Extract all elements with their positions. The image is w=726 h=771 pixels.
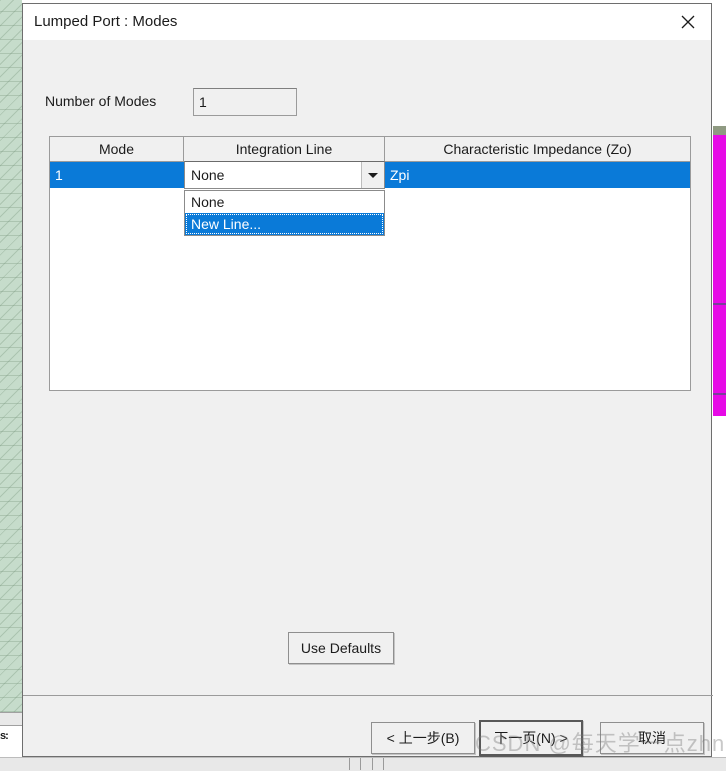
integration-line-dropdown-list[interactable]: None New Line... bbox=[184, 190, 385, 236]
footer-separator bbox=[23, 695, 713, 696]
background-bottom-tick bbox=[372, 758, 373, 770]
number-of-modes-label: Number of Modes bbox=[45, 93, 197, 109]
background-magenta-cap bbox=[713, 126, 726, 135]
integration-line-value: None bbox=[185, 167, 361, 183]
number-of-modes-input[interactable] bbox=[193, 88, 297, 116]
table-header-characteristic-impedance[interactable]: Characteristic Impedance (Zo) bbox=[385, 137, 690, 161]
modes-table-body: 1 None None New Line... Zpi bbox=[50, 162, 690, 188]
close-icon[interactable] bbox=[665, 4, 711, 40]
background-bottom-tick bbox=[360, 758, 361, 770]
background-left-text-fragment: s: bbox=[0, 730, 22, 750]
number-of-modes-row: Number of Modes bbox=[23, 88, 711, 116]
background-bottom-tick bbox=[383, 758, 384, 770]
background-bottom-bar bbox=[0, 757, 726, 771]
table-header-mode[interactable]: Mode bbox=[50, 137, 184, 161]
back-button[interactable]: < 上一步(B) bbox=[371, 722, 475, 754]
cell-integration-line[interactable]: None None New Line... bbox=[184, 162, 385, 188]
cell-characteristic-impedance[interactable]: Zpi bbox=[385, 162, 690, 188]
modes-table: Mode Integration Line Characteristic Imp… bbox=[49, 136, 691, 391]
integration-line-combobox[interactable]: None bbox=[184, 161, 385, 189]
dropdown-option-none[interactable]: None bbox=[185, 191, 384, 213]
cell-mode[interactable]: 1 bbox=[50, 162, 184, 188]
use-defaults-button[interactable]: Use Defaults bbox=[288, 632, 394, 664]
modes-table-header-row: Mode Integration Line Characteristic Imp… bbox=[50, 137, 690, 162]
dialog-title: Lumped Port : Modes bbox=[34, 13, 177, 30]
background-bottom-tick bbox=[349, 758, 350, 770]
table-header-integration-line[interactable]: Integration Line bbox=[184, 137, 385, 161]
background-green-panel bbox=[0, 0, 22, 712]
background-magenta-panel bbox=[713, 135, 726, 416]
dialog-titlebar: Lumped Port : Modes bbox=[23, 4, 711, 40]
next-button[interactable]: 下一页(N) > bbox=[479, 720, 583, 756]
table-row[interactable]: 1 None None New Line... Zpi bbox=[50, 162, 690, 188]
dropdown-option-new-line[interactable]: New Line... bbox=[185, 213, 384, 235]
background-green-panel-footer bbox=[0, 712, 22, 726]
chevron-down-icon[interactable] bbox=[361, 162, 384, 188]
lumped-port-modes-dialog: Lumped Port : Modes Number of Modes Mode… bbox=[22, 3, 712, 757]
cancel-button[interactable]: 取消 bbox=[600, 722, 704, 754]
